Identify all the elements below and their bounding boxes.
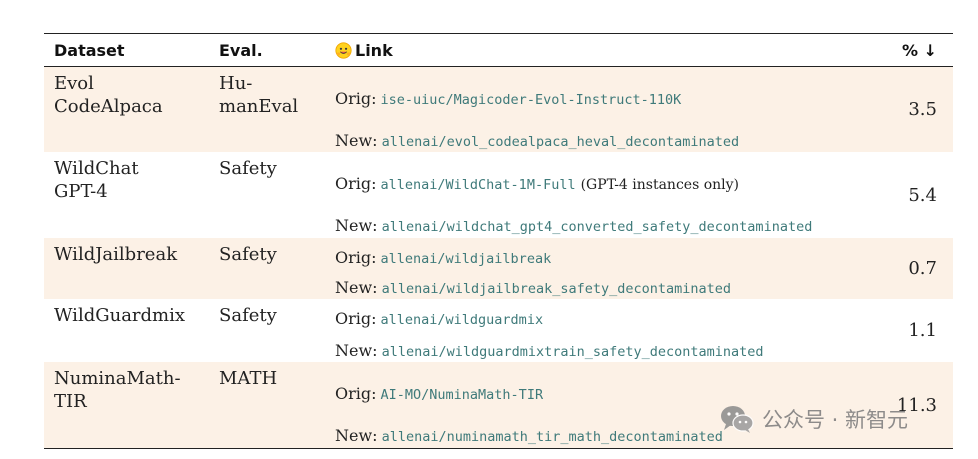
orig-label: Orig:: [335, 309, 377, 328]
eval-cell: Hu-manEval: [209, 67, 325, 152]
orig-repo-link[interactable]: allenai/wildjailbreak: [381, 251, 552, 267]
new-label: New:: [335, 216, 378, 235]
new-repo-link[interactable]: allenai/evol_codealpaca_heval_decontamin…: [382, 134, 740, 150]
new-label: New:: [335, 341, 378, 360]
eval-name-line: Hu-: [219, 73, 253, 94]
header-eval: Eval.: [219, 40, 263, 60]
link-cell: Orig: allenai/wildjailbreak New: allenai/wi…: [325, 238, 880, 299]
dataset-cell: Evol CodeAlpaca: [44, 67, 209, 152]
table-row: Evol CodeAlpaca Hu-manEval Orig: ise-uiuc/Ma…: [44, 67, 953, 152]
hugging-face-icon: [335, 41, 352, 59]
orig-label: Orig:: [335, 384, 377, 403]
orig-note: (GPT-4 instances only): [580, 177, 740, 193]
orig-label: Orig:: [335, 89, 377, 108]
eval-name-line: Safety: [219, 305, 277, 326]
orig-link-line: Orig: AI-MO/NuminaMath-TIR: [335, 384, 543, 403]
orig-label: Orig:: [335, 174, 377, 193]
link-cell: Orig: ise-uiuc/Magicoder-Evol-Instruct-11…: [325, 67, 880, 152]
eval-cell: Safety: [209, 238, 325, 299]
header-pct: % ↓: [901, 40, 937, 60]
orig-repo-link[interactable]: AI-MO/NuminaMath-TIR: [381, 387, 544, 403]
watermark: 公众号 · 新智元: [720, 404, 908, 434]
eval-name-line: Safety: [219, 244, 277, 265]
new-link-line: New: allenai/wildjailbreak_safety_deconta…: [335, 278, 731, 297]
new-repo-link[interactable]: allenai/wildchat_gpt4_converted_safety_d…: [382, 219, 813, 235]
dataset-cell: WildGuardmix: [44, 299, 209, 362]
new-repo-link[interactable]: allenai/wildguardmixtrain_safety_deconta…: [382, 344, 764, 360]
dataset-name-line: Evol: [54, 73, 94, 94]
new-label: New:: [335, 278, 378, 297]
eval-name-line: manEval: [219, 96, 299, 117]
table-body: Evol CodeAlpaca Hu-manEval Orig: ise-uiuc/Ma…: [44, 67, 953, 448]
eval-cell: MATH: [209, 362, 325, 448]
dataset-name-line: WildChat: [54, 158, 139, 179]
new-label: New:: [335, 131, 378, 150]
dataset-name-line: TIR: [54, 391, 87, 412]
dataset-cell: WildJailbreak: [44, 238, 209, 299]
watermark-text: 公众号 · 新智元: [762, 408, 909, 432]
new-repo-link[interactable]: allenai/numinamath_tir_math_decontaminat…: [382, 429, 723, 445]
dataset-cell: WildChat GPT-4: [44, 152, 209, 238]
table-row: WildChat GPT-4 Safety Orig: allenai/WildChat…: [44, 152, 953, 238]
new-repo-link[interactable]: allenai/wildjailbreak_safety_decontamina…: [382, 281, 732, 297]
dataset-name-line: WildGuardmix: [54, 305, 186, 326]
new-link-line: New: allenai/numinamath_tir_math_decontam…: [335, 426, 723, 445]
dataset-name-line: NuminaMath-: [54, 368, 181, 389]
orig-link-line: Orig: allenai/wildguardmix: [335, 309, 543, 328]
orig-repo-link[interactable]: ise-uiuc/Magicoder-Evol-Instruct-110K: [381, 92, 682, 108]
new-link-line: New: allenai/evol_codealpaca_heval_decont…: [335, 131, 739, 150]
pct-cell: 0.7: [908, 258, 937, 279]
link-cell: Orig: allenai/wildguardmix New: allenai/wil…: [325, 299, 880, 362]
orig-repo-link[interactable]: allenai/wildguardmix: [381, 312, 544, 328]
orig-label: Orig:: [335, 248, 377, 267]
dataset-name-line: WildJailbreak: [54, 244, 178, 265]
dataset-name-line: CodeAlpaca: [54, 96, 163, 117]
eval-name-line: MATH: [219, 368, 278, 389]
orig-link-line: Orig: allenai/WildChat-1M-Full (GPT-4 inst…: [335, 174, 739, 193]
eval-name-line: Safety: [219, 158, 277, 179]
table-header: Dataset Eval. Link % ↓: [44, 34, 953, 66]
dataset-table: Dataset Eval. Link % ↓ Evol CodeAlpaca Hu-…: [44, 33, 953, 449]
pct-cell: 3.5: [908, 99, 937, 120]
eval-cell: Safety: [209, 152, 325, 238]
pct-cell: 1.1: [908, 320, 937, 341]
pct-cell: 5.4: [908, 184, 937, 206]
new-link-line: New: allenai/wildchat_gpt4_converted_safe…: [335, 216, 812, 235]
orig-repo-link[interactable]: allenai/WildChat-1M-Full: [381, 177, 576, 193]
new-label: New:: [335, 426, 378, 445]
link-cell: Orig: allenai/WildChat-1M-Full (GPT-4 inst…: [325, 152, 880, 238]
eval-cell: Safety: [209, 299, 325, 362]
orig-link-line: Orig: ise-uiuc/Magicoder-Evol-Instruct-11…: [335, 89, 681, 108]
orig-link-line: Orig: allenai/wildjailbreak: [335, 248, 551, 267]
header-link: Link: [325, 41, 880, 60]
table-row: WildJailbreak Safety Orig: allenai/wildjail…: [44, 238, 953, 299]
table-bottom-rule: [44, 448, 953, 449]
header-dataset: Dataset: [54, 40, 125, 60]
wechat-icon: [721, 406, 754, 433]
dataset-cell: NuminaMath- TIR: [44, 362, 209, 448]
table-row: WildGuardmix Safety Orig: allenai/wildguard…: [44, 299, 953, 362]
header-link-label: Link: [355, 40, 393, 60]
new-link-line: New: allenai/wildguardmixtrain_safety_dec…: [335, 341, 764, 360]
dataset-name-line: GPT-4: [54, 181, 108, 202]
